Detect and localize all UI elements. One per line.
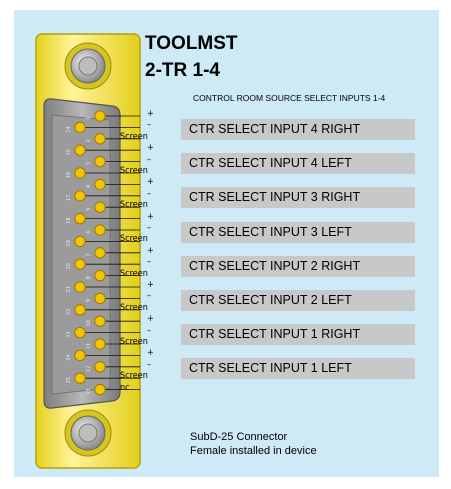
channel-label: CTR SELECT INPUT 1 LEFT — [181, 358, 415, 380]
pin-signal-label: – — [147, 359, 152, 370]
pin-contact — [74, 144, 86, 156]
section-header: CONTROL ROOM SOURCE SELECT INPUTS 1-4 — [193, 93, 386, 103]
pin-number: 2 — [86, 139, 92, 142]
pin-contact — [74, 258, 86, 270]
bottom-screw — [64, 409, 112, 457]
pin-contact — [94, 292, 106, 305]
pin-number: 21 — [66, 286, 72, 292]
pin-signal-label: + — [147, 177, 154, 188]
pin-contact — [94, 361, 106, 373]
pin-number: 8 — [86, 276, 92, 279]
pin-number: 18 — [66, 217, 72, 223]
pin-number: 17 — [66, 195, 72, 201]
pin-signal-label: + — [147, 245, 154, 256]
pin-contact — [94, 247, 106, 259]
connector-type: SubD-25 Connector — [190, 431, 288, 443]
pin-signal-label: – — [147, 188, 152, 199]
pin-signal-label: + — [147, 314, 154, 325]
pin-signal-label: + — [147, 109, 154, 119]
pin-contact — [94, 269, 106, 282]
pin-number: 13 — [86, 388, 92, 394]
top-screw — [64, 42, 112, 90]
pin-contact — [74, 235, 86, 248]
pin-contact — [74, 167, 86, 179]
pin-number: 7 — [86, 253, 92, 256]
pin-signal-label: Screen — [120, 268, 148, 279]
pin-contact — [74, 372, 86, 384]
pin-number: 23 — [66, 331, 72, 337]
pin-number: 3 — [86, 162, 92, 165]
pin-contact — [74, 281, 86, 293]
channel-label: CTR SELECT INPUT 1 RIGHT — [181, 324, 415, 346]
pin-signal-label: – — [147, 257, 152, 268]
pin-number: 19 — [66, 240, 72, 246]
pin-number: 4 — [86, 185, 92, 188]
pin-signal-label: + — [147, 211, 154, 222]
pin-signal-label: + — [147, 280, 154, 290]
pin-signal-label: Screen — [120, 371, 148, 382]
pin-number: 11 — [86, 343, 92, 349]
pin-signal-label: nc — [120, 382, 130, 393]
device-title: TOOLMST — [145, 33, 238, 54]
channel-label: CTR SELECT INPUT 4 RIGHT — [181, 119, 415, 140]
pin-contact — [94, 201, 106, 213]
pin-signal-label: Screen — [120, 302, 148, 313]
channel-label: CTR SELECT INPUT 3 LEFT — [181, 221, 415, 243]
pin-contact — [94, 178, 106, 191]
pin-number: 1 — [86, 116, 92, 119]
pin-contact — [94, 224, 106, 236]
pin-number: 6 — [86, 230, 92, 233]
pin-contact — [74, 190, 86, 202]
pin-number: 25 — [66, 377, 72, 383]
channel-label: CTR SELECT INPUT 4 LEFT — [181, 153, 415, 175]
pin-signal-label: – — [147, 325, 152, 336]
pin-contact — [94, 338, 106, 350]
pin-number: 10 — [86, 320, 92, 326]
pin-contact — [94, 315, 106, 327]
pin-contact — [94, 155, 106, 168]
pin-signal-label: – — [147, 120, 152, 131]
pin-number: 9 — [86, 299, 92, 302]
pin-signal-label: Screen — [120, 166, 148, 176]
pin-contact — [74, 326, 86, 339]
pin-number: 15 — [66, 149, 72, 155]
pin-number: 12 — [86, 366, 92, 372]
pin-signal-label: Screen — [120, 200, 148, 211]
pin-contact — [74, 212, 86, 225]
pin-contact — [94, 110, 106, 122]
pin-signal-label: + — [147, 143, 154, 154]
pin-signal-label: Screen — [120, 131, 148, 142]
pin-contact — [74, 304, 86, 316]
device-subtitle: 2-TR 1-4 — [145, 60, 220, 81]
pin-number: 22 — [66, 309, 72, 315]
pin-contact — [94, 133, 106, 145]
pin-number: 20 — [66, 263, 72, 269]
channel-label: CTR SELECT INPUT 2 LEFT — [181, 290, 415, 311]
connector-mount: Female installed in device — [190, 445, 317, 457]
pin-signal-label: – — [147, 154, 152, 165]
connector-drawing: 1 14 2 15 3 16 4 17 5 18 6 19 7 20 8 21 9 22 10 23 11 24 12 25 1… — [35, 33, 141, 469]
pin-contact — [94, 383, 106, 396]
pin-signal-label: – — [147, 291, 152, 302]
pin-number: 14 — [66, 126, 72, 132]
pin-contact — [74, 349, 86, 362]
pin-signal-label: Screen — [120, 234, 148, 245]
channel-label: CTR SELECT INPUT 2 RIGHT — [181, 255, 415, 277]
pin-number: 5 — [86, 208, 92, 211]
pin-signal-label: Screen — [120, 337, 148, 347]
pin-contact — [74, 121, 86, 134]
pin-signal-label: – — [147, 223, 152, 233]
pin-signal-label: + — [147, 348, 154, 359]
pin-number: 16 — [66, 172, 72, 178]
channel-label: CTR SELECT INPUT 3 RIGHT — [181, 187, 415, 209]
pin-number: 24 — [66, 354, 72, 360]
